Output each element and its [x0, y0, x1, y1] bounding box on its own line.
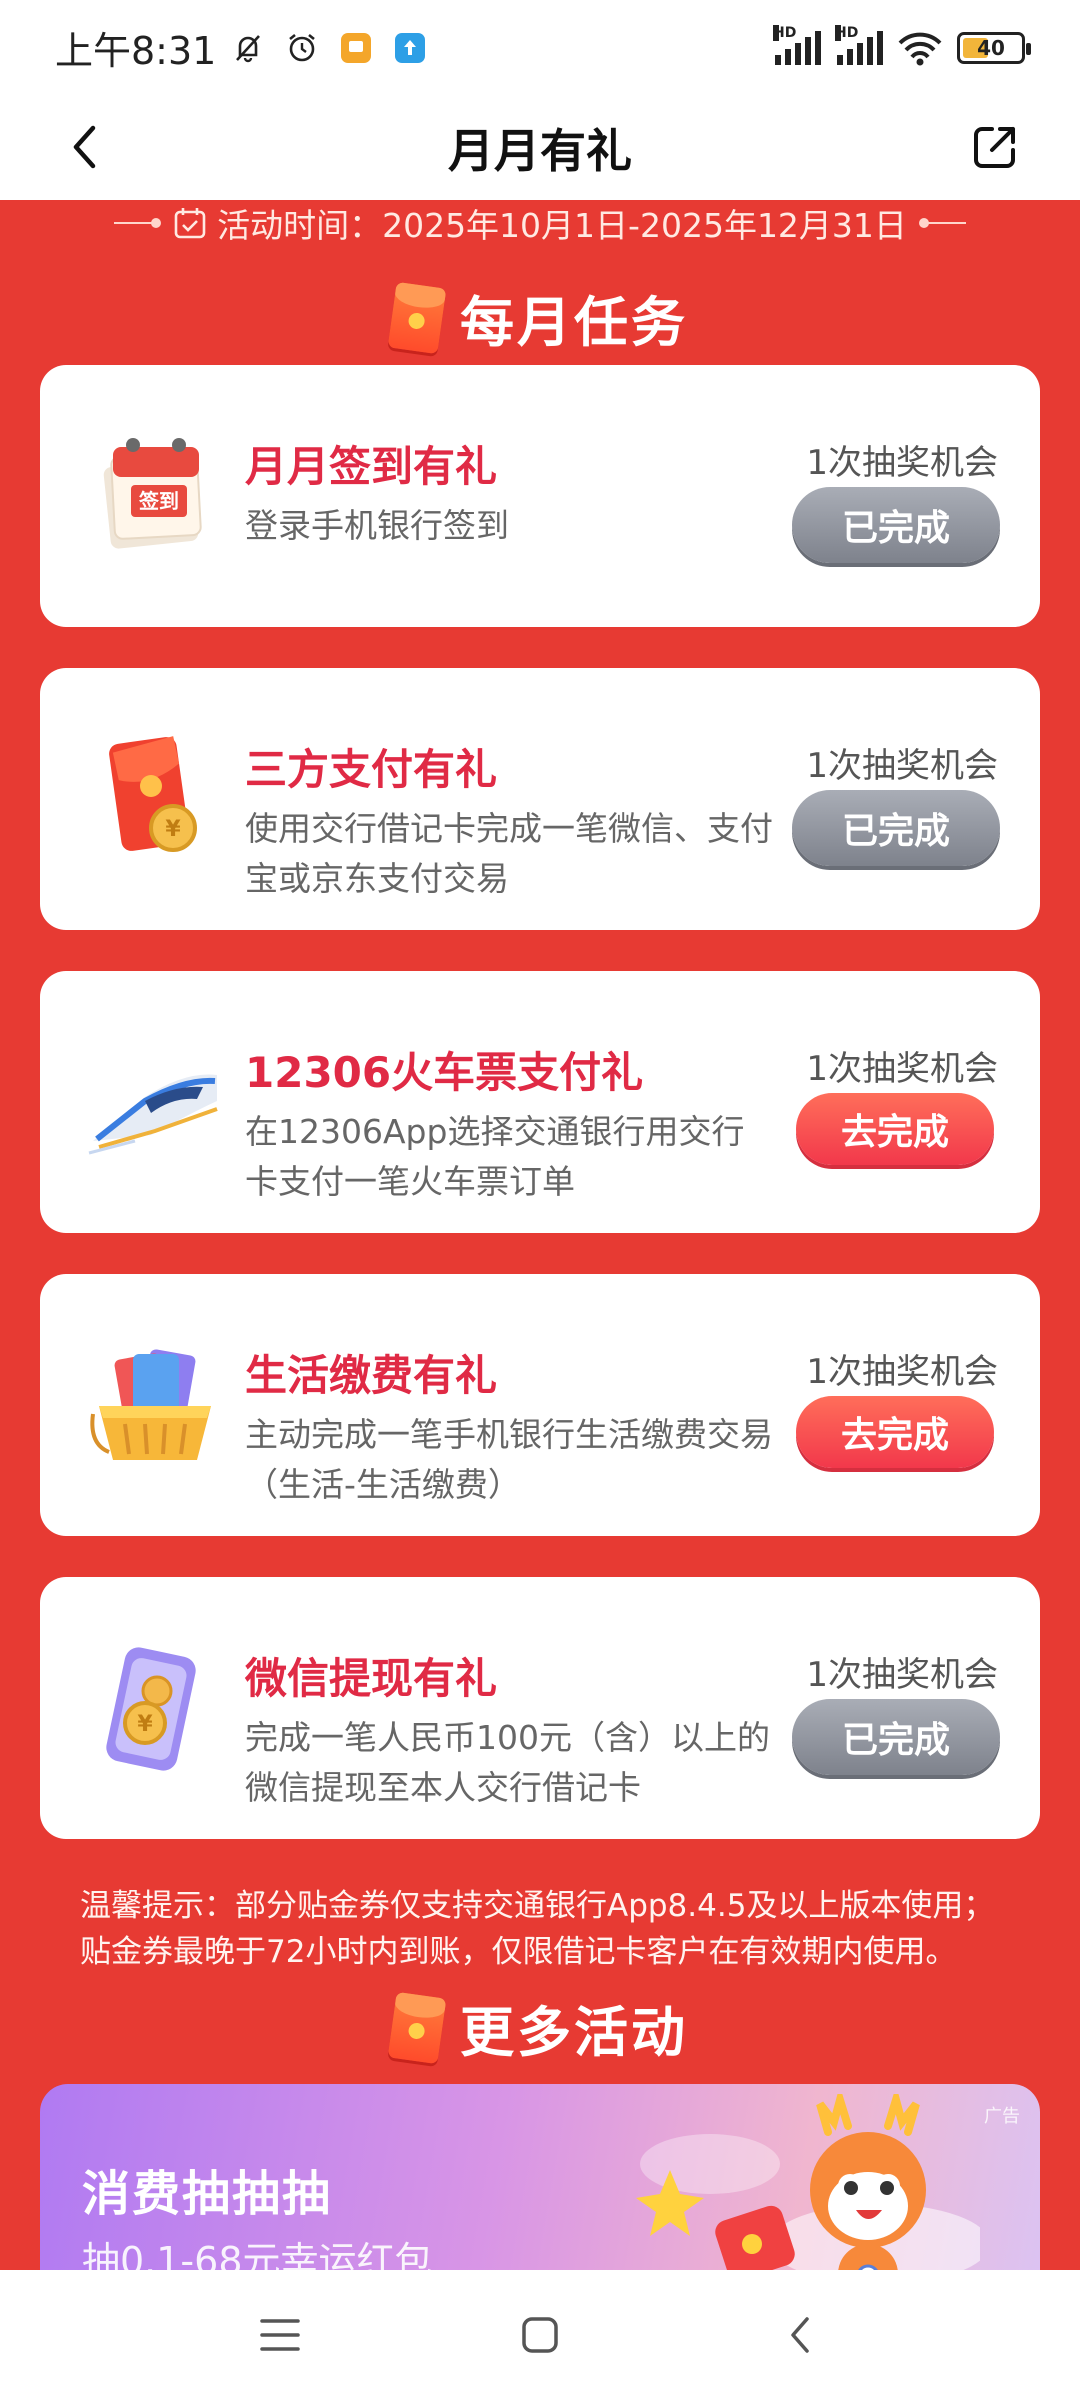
chevron-left-icon — [791, 2317, 809, 2353]
activity-time-text: 活动时间：2025年10月1日-2025年12月31日 — [217, 205, 907, 245]
task-reward: 1次抽奖机会 — [806, 1049, 998, 1089]
deer-mascot-illustration — [636, 2094, 980, 2270]
warm-tip-line-2: 贴金券最晚于72小时内到账，仅限借记卡客户在有效期内使用。 — [80, 1934, 957, 1970]
warm-tip: 温馨提示：部分贴金券仅支持交通银行App8.4.5及以上版本使用； 贴金券最晚于… — [80, 1883, 1010, 1975]
phone-coin-icon: ¥ — [85, 1637, 225, 1777]
banner-subtitle: 抽0.1-68元幸运红包 — [82, 2239, 433, 2270]
message-app-icon — [338, 30, 374, 66]
task-title: 12306火车票支付礼 — [245, 1048, 644, 1097]
signal-hd-1-icon: HD — [773, 24, 821, 65]
red-envelope-coin-icon: ¥ — [85, 728, 225, 868]
wifi-icon — [897, 30, 943, 66]
task-reward: 1次抽奖机会 — [806, 746, 998, 786]
status-notification-icons — [230, 30, 428, 66]
section-title-monthly: 每月任务 — [0, 280, 1080, 355]
task-done-button[interactable]: 已完成 — [792, 487, 1000, 563]
ad-label: 广告 — [984, 2106, 1020, 2127]
task-description: 在12306App选择交通银行用交行卡支付一笔火车票订单 — [245, 1112, 745, 1201]
section-title-monthly-text: 每月任务 — [460, 291, 688, 354]
task-title: 月月签到有礼 — [245, 442, 498, 491]
section-title-more: 更多活动 — [0, 1990, 1080, 2065]
task-card-third-party-pay: ¥ 三方支付有礼 使用交行借记卡完成一笔微信、支付宝或京东支付交易 1次抽奖机会… — [40, 668, 1040, 930]
task-reward: 1次抽奖机会 — [806, 1655, 998, 1695]
chevron-left-icon — [73, 125, 96, 169]
task-title: 生活缴费有礼 — [245, 1351, 498, 1400]
battery-icon: 40 — [957, 31, 1031, 64]
recent-apps-button[interactable] — [245, 2300, 315, 2370]
system-back-button[interactable] — [765, 2300, 835, 2370]
share-button[interactable] — [965, 117, 1025, 177]
task-title: 三方支付有礼 — [245, 745, 498, 794]
home-button[interactable] — [505, 2300, 575, 2370]
task-card-wechat-withdraw: ¥ 微信提现有礼 完成一笔人民币100元（含）以上的微信提现至本人交行借记卡 1… — [40, 1577, 1040, 1839]
mute-bell-icon — [230, 30, 266, 66]
shopping-basket-cards-icon — [85, 1334, 225, 1474]
status-bar: 上午8:31 HD HD 40 — [0, 0, 1080, 95]
upload-app-icon — [392, 30, 428, 66]
calendar-check-icon — [174, 207, 206, 238]
svg-text:¥: ¥ — [165, 817, 181, 842]
status-system-icons: HD HD 40 — [773, 24, 1031, 66]
task-reward: 1次抽奖机会 — [806, 1352, 998, 1392]
share-external-icon — [974, 127, 1015, 168]
task-description: 主动完成一笔手机银行生活缴费交易（生活-生活缴费） — [245, 1415, 773, 1504]
task-done-button[interactable]: 已完成 — [792, 1699, 1000, 1775]
task-description: 登录手机银行签到 — [245, 506, 509, 545]
task-reward: 1次抽奖机会 — [806, 443, 998, 483]
menu-lines-icon — [260, 2319, 300, 2351]
task-description: 完成一笔人民币100元（含）以上的微信提现至本人交行借记卡 — [245, 1718, 770, 1807]
battery-level: 40 — [977, 35, 1005, 60]
warm-tip-line-1: 温馨提示：部分贴金券仅支持交通银行App8.4.5及以上版本使用； — [80, 1888, 995, 1924]
main-content: 活动时间：2025年10月1日-2025年12月31日 每月任务 签到 月月签到… — [0, 200, 1080, 2270]
alarm-clock-icon — [284, 30, 320, 66]
page-title: 月月有礼 — [448, 123, 632, 178]
section-title-more-text: 更多活动 — [460, 2001, 688, 2064]
signal-hd-2-icon: HD — [835, 24, 883, 65]
task-card-train-ticket: 12306火车票支付礼 在12306App选择交通银行用交行卡支付一笔火车票订单… — [40, 971, 1040, 1233]
activity-time-row: 活动时间：2025年10月1日-2025年12月31日 — [0, 200, 1080, 245]
back-button[interactable] — [55, 117, 115, 177]
banner-title: 消费抽抽抽 — [82, 2166, 333, 2222]
task-title: 微信提现有礼 — [245, 1654, 498, 1703]
system-navigation-bar — [0, 2270, 1080, 2400]
task-card-checkin: 签到 月月签到有礼 登录手机银行签到 1次抽奖机会 已完成 — [40, 365, 1040, 627]
task-card-utility-payment: 生活缴费有礼 主动完成一笔手机银行生活缴费交易（生活-生活缴费） 1次抽奖机会 … — [40, 1274, 1040, 1536]
square-home-icon — [522, 2317, 558, 2353]
task-go-complete-button[interactable]: 去完成 — [796, 1396, 994, 1468]
status-time: 上午8:31 — [55, 29, 217, 73]
navigation-bar: 月月有礼 — [0, 95, 1080, 200]
calendar-checkin-icon: 签到 — [85, 425, 225, 565]
promo-banner-lottery[interactable]: 广告 消费抽抽抽 抽0.1-68元幸运红包 — [40, 2084, 1040, 2270]
svg-text:签到: 签到 — [138, 489, 179, 513]
task-go-complete-button[interactable]: 去完成 — [796, 1093, 994, 1165]
svg-text:¥: ¥ — [137, 1712, 153, 1737]
task-done-button[interactable]: 已完成 — [792, 790, 1000, 866]
high-speed-train-icon — [85, 1031, 225, 1171]
red-packet-icon — [387, 281, 447, 354]
red-packet-icon — [387, 1991, 447, 2064]
task-description: 使用交行借记卡完成一笔微信、支付宝或京东支付交易 — [245, 809, 773, 898]
